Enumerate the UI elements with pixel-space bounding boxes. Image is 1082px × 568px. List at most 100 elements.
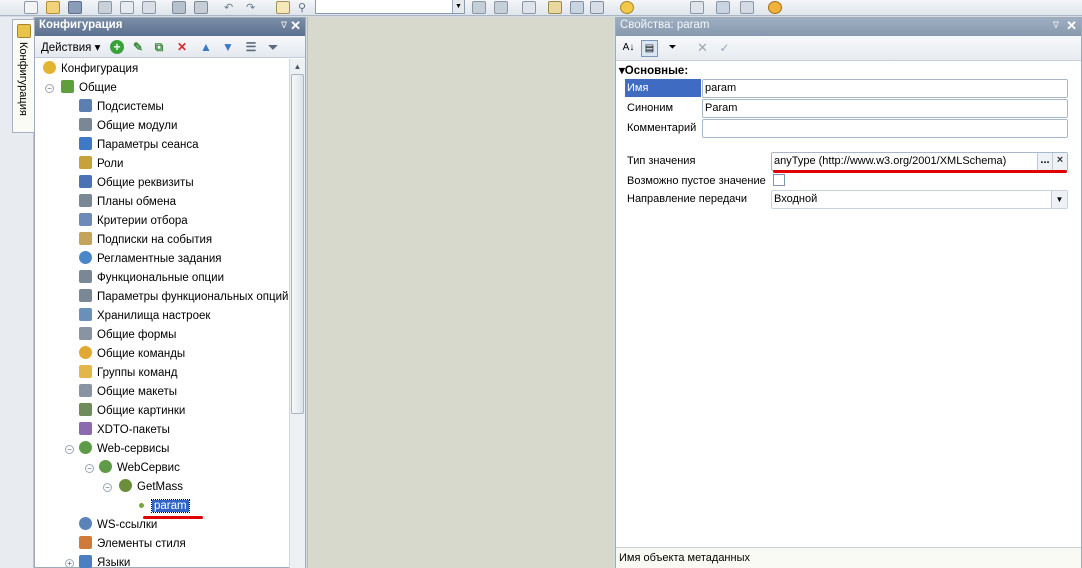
find-next-icon[interactable] — [494, 1, 508, 14]
sort-icon[interactable]: ☰ — [244, 40, 258, 54]
collapse-icon[interactable]: − — [45, 84, 54, 93]
user-icon[interactable] — [548, 1, 562, 14]
tree-item[interactable]: Регламентные задания — [79, 250, 222, 269]
tree-item[interactable]: Конфигурация — [43, 60, 138, 79]
tree-item-label: WS-ссылки — [97, 519, 158, 531]
apply-icon[interactable]: ✓ — [716, 40, 733, 57]
name-value: param — [705, 82, 737, 94]
fo-params-icon — [79, 289, 92, 302]
clear-icon[interactable]: ✕ — [694, 40, 711, 57]
type-field[interactable]: anyType (http://www.w3.org/2001/XMLSchem… — [771, 152, 1068, 171]
tree-item[interactable]: Параметры сеанса — [79, 136, 199, 155]
tree-item[interactable]: Подписки на события — [79, 231, 212, 250]
tree-item-label: XDTO-пакеты — [97, 424, 170, 436]
tree-item[interactable]: Элементы стиля — [79, 535, 186, 554]
filter-icon[interactable]: ⏷ — [266, 40, 280, 54]
tab-configuration[interactable]: Конфигурация — [12, 19, 34, 133]
tree-item[interactable]: Критерии отбора — [79, 212, 188, 231]
tree-item[interactable]: XDTO-пакеты — [79, 421, 170, 440]
redo-icon[interactable]: ↷ — [246, 1, 260, 14]
synonym-field[interactable]: Param — [702, 99, 1068, 118]
open-icon[interactable] — [46, 1, 60, 14]
save-icon[interactable] — [68, 1, 82, 14]
tree-item[interactable]: Роли — [79, 155, 123, 174]
chevron-down-icon[interactable]: ▼ — [1051, 191, 1067, 208]
collapse-icon[interactable]: − — [103, 483, 112, 492]
tree-item[interactable]: Общие реквизиты — [79, 174, 194, 193]
scrollbar-thumb[interactable] — [291, 74, 304, 414]
tree-item[interactable]: Планы обмена — [79, 193, 176, 212]
delete-icon[interactable]: ✕ — [175, 40, 189, 54]
scroll-up-icon[interactable]: ▲ — [291, 60, 304, 73]
search-in-config-icon[interactable] — [570, 1, 584, 14]
functional-options-icon — [79, 270, 92, 283]
type-buttons: ... × — [1037, 153, 1067, 170]
tree-item[interactable]: Подсистемы — [79, 98, 164, 117]
filter-icon[interactable]: ⏷ — [664, 40, 681, 57]
tree-item[interactable]: Общие макеты — [79, 383, 177, 402]
panel-title: Конфигурация — [39, 19, 123, 31]
tree-item[interactable]: Общие команды — [79, 345, 185, 364]
tree-item[interactable]: Функциональные опции — [79, 269, 224, 288]
modules-icon — [79, 118, 92, 131]
actions-menu[interactable]: Действия ▾ — [41, 40, 100, 54]
tree-item[interactable]: Общие формы — [79, 326, 176, 345]
cut-icon[interactable] — [98, 1, 112, 14]
paste-icon[interactable] — [142, 1, 156, 14]
new-document-icon[interactable] — [24, 1, 38, 14]
chevron-down-icon[interactable]: ▼ — [452, 0, 464, 13]
database-icon[interactable] — [172, 1, 186, 14]
database-save-icon[interactable] — [194, 1, 208, 14]
close-icon[interactable]: ✕ — [1066, 18, 1077, 34]
nullable-checkbox[interactable] — [773, 174, 785, 186]
section-main-header[interactable]: ▾Основные: — [619, 63, 688, 77]
tree-item[interactable]: Общие картинки — [79, 402, 185, 421]
tree-scrollbar[interactable]: ▲ — [289, 59, 305, 568]
synonym-label: Синоним — [627, 102, 674, 114]
comment-field[interactable] — [702, 119, 1068, 138]
magnifier-icon[interactable]: ⚲ — [298, 1, 312, 14]
direction-select[interactable]: Входной ▼ — [771, 190, 1068, 209]
add-icon[interactable]: + — [110, 40, 124, 54]
find-in-doc-icon[interactable] — [276, 1, 290, 14]
close-icon[interactable]: ✕ — [290, 18, 301, 34]
tree-item[interactable]: Web-сервисы — [79, 440, 169, 459]
collapse-icon[interactable]: − — [65, 445, 74, 454]
calculator-icon[interactable] — [740, 1, 754, 14]
table-icon[interactable] — [716, 1, 730, 14]
type-select-button[interactable]: ... — [1037, 153, 1052, 170]
move-up-icon[interactable]: ▲ — [199, 40, 213, 54]
tree-item[interactable]: Хранилища настроек — [79, 307, 210, 326]
copy-item-icon[interactable]: ⧉ — [152, 40, 166, 54]
window-icon[interactable] — [522, 1, 536, 14]
type-clear-button[interactable]: × — [1052, 153, 1067, 170]
name-field[interactable]: param — [702, 79, 1068, 98]
tree-item[interactable]: WebСервис — [99, 459, 180, 478]
undo-icon[interactable]: ↶ — [224, 1, 238, 14]
collapse-icon[interactable]: − — [85, 464, 94, 473]
expand-icon[interactable]: + — [65, 559, 74, 568]
tree-item[interactable]: Группы команд — [79, 364, 177, 383]
categorized-icon[interactable]: ▤ — [641, 40, 658, 57]
tree-item[interactable]: Языки — [79, 554, 130, 568]
syntax-helper-icon[interactable] — [690, 1, 704, 14]
pin-icon[interactable]: ᐁ — [281, 20, 287, 31]
copy-icon[interactable] — [120, 1, 134, 14]
tree-item[interactable]: Параметры функциональных опций — [79, 288, 288, 307]
attributes-icon — [79, 175, 92, 188]
exchange-plans-icon — [79, 194, 92, 207]
compare-icon[interactable] — [590, 1, 604, 14]
tree-item[interactable]: GetMass — [119, 478, 183, 497]
info-icon[interactable] — [620, 1, 634, 14]
tree-item[interactable]: Общие — [61, 79, 117, 98]
tree-item[interactable]: param — [139, 497, 190, 516]
pin-icon[interactable]: ᐁ — [1053, 20, 1059, 31]
toolbar-search-input[interactable]: ▼ — [315, 0, 465, 14]
tree-item[interactable]: WS-ссылки — [79, 516, 157, 535]
move-down-icon[interactable]: ▼ — [221, 40, 235, 54]
sort-alpha-icon[interactable]: A↓ — [620, 40, 637, 57]
run-icon[interactable] — [768, 1, 782, 14]
tree-item[interactable]: Общие модули — [79, 117, 177, 136]
find-prev-icon[interactable] — [472, 1, 486, 14]
edit-icon[interactable]: ✎ — [131, 40, 145, 54]
